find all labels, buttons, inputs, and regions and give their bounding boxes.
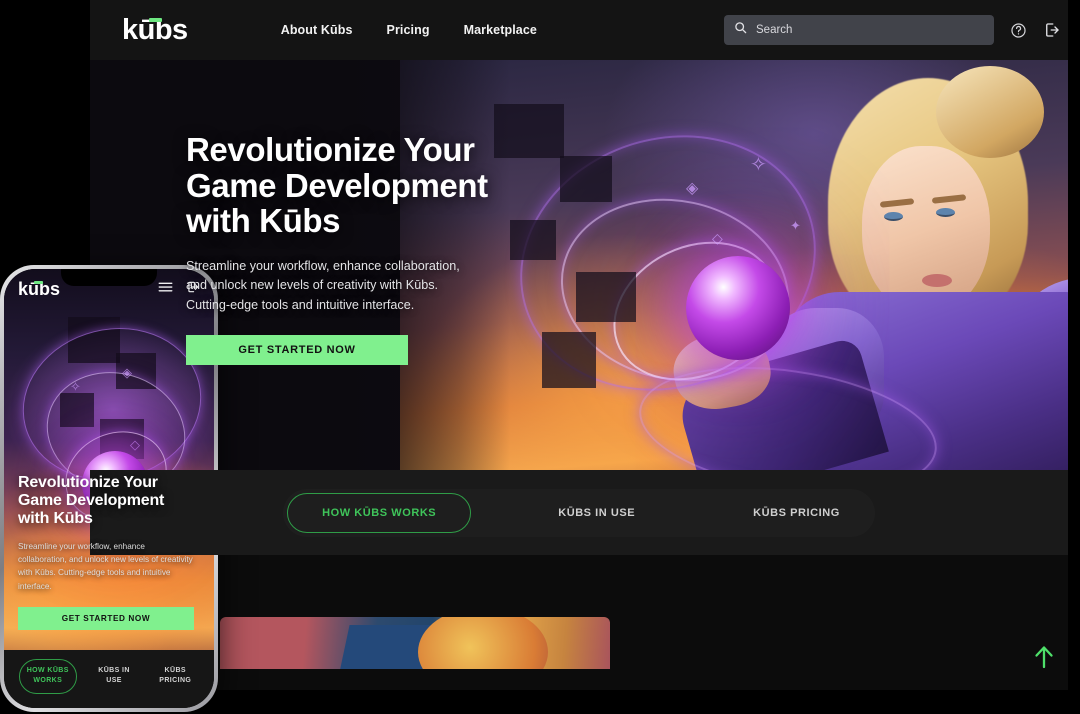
hero-rune-2: ◈ (686, 180, 699, 197)
header-actions: Search (724, 0, 1062, 60)
phone-logout-icon[interactable] (186, 280, 200, 299)
tab-kubs-pricing[interactable]: KŪBS PRICING (722, 493, 871, 533)
search-icon (734, 21, 747, 39)
search-placeholder: Search (756, 24, 793, 36)
phone-header-actions (158, 280, 200, 299)
tab-kubs-in-use[interactable]: KŪBS IN USE (527, 493, 666, 533)
screenshot-stage: kūbs About Kūbs Pricing Marketplace Sear… (0, 0, 1080, 714)
scroll-to-top-button[interactable] (1032, 643, 1056, 671)
phone-notch (61, 269, 157, 286)
hero-rune-1: ✧ (750, 154, 767, 176)
hero-figure-eye-right (936, 208, 955, 217)
phone-tab-kubs-pricing[interactable]: KŪBS PRICING (151, 659, 199, 694)
tabs-pill-container: HOW KŪBS WORKS KŪBS IN USE KŪBS PRICING (283, 488, 875, 537)
phone-rune-1: ◈ (122, 365, 132, 380)
hero-figure-lips (922, 274, 952, 287)
hero-figure-face (862, 146, 990, 314)
phone-hero-subtitle: Streamline your workflow, enhance collab… (18, 541, 193, 591)
phone-logo-macron-accent (34, 281, 43, 284)
phone-rune-2: ✧ (70, 379, 81, 394)
brand-logo[interactable]: kūbs (122, 15, 188, 45)
logo-macron-accent (149, 17, 162, 22)
primary-nav: About Kūbs Pricing Marketplace (281, 23, 537, 37)
hero-title-line-1: Revolutionize Your (186, 131, 475, 168)
nav-item-pricing[interactable]: Pricing (387, 23, 430, 37)
hero-title-line-3: with Kūbs (186, 202, 341, 240)
hero-title-line-2: Game Development (186, 166, 488, 204)
phone-rune-3: ◇ (130, 437, 140, 452)
content-card-preview[interactable] (220, 617, 610, 669)
phone-hero-title-line-2: Game Development (18, 491, 165, 509)
search-input[interactable]: Search (724, 15, 994, 45)
hero-title: Revolutionize Your Game Development with… (186, 132, 510, 239)
hero-rune-4: ✦ (790, 218, 801, 233)
hero-glitch-block-4 (576, 272, 636, 322)
hero-copy: Revolutionize Your Game Development with… (90, 60, 510, 366)
phone-bottom-tabs: HOW KŪBS WORKS KŪBS IN USE KŪBS PRICING (4, 650, 214, 708)
section-tabs: HOW KŪBS WORKS KŪBS IN USE KŪBS PRICING (90, 470, 1068, 555)
phone-hero-copy: Revolutionize Your Game Development with… (4, 474, 214, 630)
hero-magic-orb (686, 256, 790, 360)
card-preview-shape-2 (418, 617, 548, 669)
hero-figure-eye-left (884, 212, 903, 221)
phone-tab-kubs-in-use[interactable]: KŪBS IN USE (90, 659, 138, 694)
phone-get-started-button[interactable]: GET STARTED NOW (18, 606, 194, 630)
hero-figure-hair-bun (936, 66, 1044, 158)
help-circle-icon[interactable] (1008, 20, 1028, 40)
get-started-button[interactable]: GET STARTED NOW (186, 335, 408, 366)
site-header: kūbs About Kūbs Pricing Marketplace Sear… (90, 0, 1068, 60)
nav-item-marketplace[interactable]: Marketplace (464, 23, 537, 37)
tab-how-kubs-works[interactable]: HOW KŪBS WORKS (287, 492, 472, 533)
phone-hero-title-line-3: with Kūbs (18, 509, 93, 527)
hero-glitch-block-5 (542, 332, 596, 388)
content-section-below-tabs (90, 555, 1068, 690)
nav-item-about[interactable]: About Kūbs (281, 23, 353, 37)
phone-tab-how-kubs-works[interactable]: HOW KŪBS WORKS (18, 658, 77, 694)
hero-rune-3: ◇ (712, 230, 723, 246)
logout-icon[interactable] (1042, 20, 1062, 40)
phone-brand-logo[interactable]: kūbs (18, 280, 60, 298)
hamburger-menu-icon[interactable] (158, 280, 173, 298)
hero-glitch-block-3 (510, 220, 556, 260)
hero-glitch-block-2 (560, 156, 612, 202)
hero-subtitle: Streamline your workflow, enhance collab… (186, 258, 460, 312)
hero-section: ✧ ◈ ◇ ✦ Revolutionize Your Game Developm… (90, 60, 1068, 470)
phone-hero-title-line-1: Revolutionize Your (18, 474, 158, 491)
desktop-browser-mockup: kūbs About Kūbs Pricing Marketplace Sear… (90, 0, 1068, 690)
phone-hero-title: Revolutionize Your Game Development with… (18, 474, 200, 528)
